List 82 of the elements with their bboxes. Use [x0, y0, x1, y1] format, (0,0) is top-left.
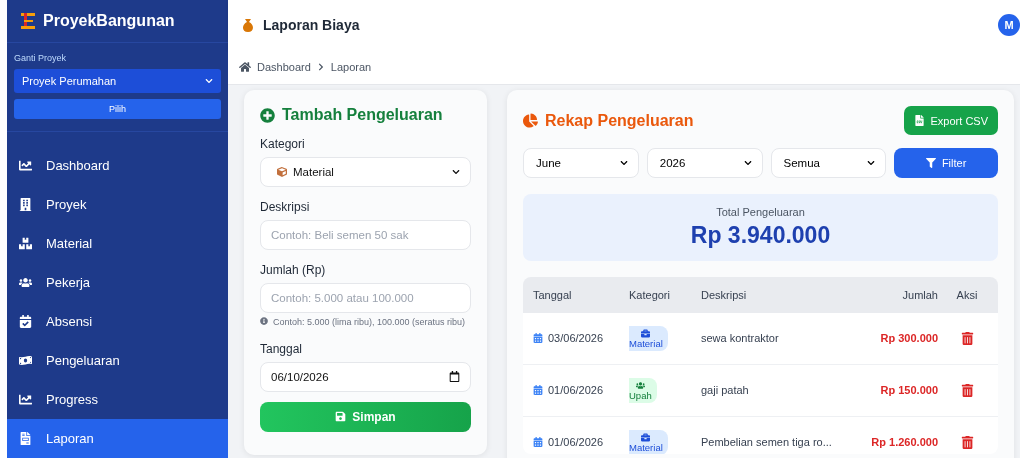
- users-icon: [19, 276, 32, 289]
- users-icon: [635, 380, 645, 390]
- save-icon: [335, 411, 347, 423]
- breadcrumb-current: Laporan: [330, 61, 372, 73]
- project-select[interactable]: Proyek Perumahan: [14, 69, 221, 93]
- nav-item[interactable]: Absensi: [7, 302, 228, 341]
- field-label: Deskripsi: [260, 200, 311, 214]
- field-label: Tanggal: [260, 341, 304, 356]
- total-label: Total Pengeluaran: [716, 205, 805, 218]
- column-header: Aksi: [955, 288, 979, 301]
- nav-item[interactable]: Laporan: [7, 419, 228, 458]
- page-title: Laporan Biaya: [263, 17, 360, 33]
- chevron-down-icon: [743, 159, 752, 167]
- column-header: Tanggal: [533, 288, 573, 301]
- nav-item[interactable]: Pengeluaran: [7, 341, 228, 380]
- date-cell: 01/06/2026: [533, 384, 629, 397]
- home-icon: [239, 61, 251, 73]
- calendar-icon: [533, 333, 543, 344]
- filter-button[interactable]: Filter: [894, 148, 998, 178]
- nav-item[interactable]: Dashboard: [7, 146, 228, 185]
- amount-cell-text: Rp 300.000: [879, 332, 939, 345]
- delete-icon[interactable]: [960, 331, 974, 345]
- file-icon: [913, 115, 925, 126]
- chart-icon: [19, 159, 32, 172]
- project-label: Ganti Proyek: [14, 53, 68, 63]
- calendar-icon: [19, 315, 32, 328]
- breadcrumb-link[interactable]: Dashboard: [257, 61, 311, 73]
- nav-item[interactable]: Pekerja: [7, 263, 228, 302]
- column-header: Kategori: [629, 288, 671, 301]
- calendar-icon: [449, 371, 460, 383]
- category-select[interactable]: Material: [260, 157, 471, 187]
- briefcase-icon: [641, 432, 651, 442]
- calendar-icon: [533, 437, 543, 448]
- chevron-down-icon: [205, 77, 213, 85]
- chart-icon: [19, 393, 32, 406]
- date-cell: 01/06/2026: [533, 436, 629, 449]
- description-cell-text: sewa kontraktor: [701, 332, 780, 345]
- description-cell-text: gaji patah: [701, 384, 750, 397]
- box-icon: [277, 167, 287, 177]
- column-header: Deskripsi: [701, 288, 748, 301]
- total-amount: Rp 3.940.000: [690, 221, 831, 249]
- summary-title: Rekap Pengeluaran: [545, 111, 694, 130]
- chevron-down-icon: [452, 168, 460, 176]
- date-field[interactable]: 06/10/2026: [260, 361, 471, 392]
- calendar-icon: [533, 385, 543, 396]
- description-cell-text: Pembelian semen tiga ro...: [701, 436, 833, 449]
- user-avatar[interactable]: M: [998, 14, 1020, 36]
- field-label: Kategori: [260, 137, 306, 151]
- filter-icon: [925, 158, 936, 168]
- chevron-down-icon: [619, 159, 628, 167]
- category-badge: Material: [629, 429, 668, 454]
- choose-button[interactable]: Pilih: [14, 99, 221, 119]
- brand-name: ProyekBangunan: [43, 12, 175, 30]
- field-hint: Contoh: 5.000 (lima ribu), 100.000 (seratus ribu): [260, 317, 471, 329]
- chevron-down-icon: [867, 159, 876, 167]
- boxes-icon: [19, 237, 32, 250]
- banknote-icon: [19, 354, 32, 367]
- delete-icon[interactable]: [960, 383, 974, 397]
- nav-item[interactable]: Progress: [7, 380, 228, 419]
- money-bag-icon: [241, 17, 255, 33]
- filter-select[interactable]: Semua: [770, 148, 887, 178]
- chevron-icon: [316, 63, 325, 71]
- document-icon: [19, 432, 32, 445]
- briefcase-icon: [641, 328, 651, 338]
- plus-icon: [260, 107, 275, 123]
- filter-select[interactable]: 2026: [646, 148, 763, 178]
- building-icon: [19, 198, 32, 211]
- amount-cell-text: Rp 1.260.000: [870, 436, 939, 449]
- category-badge: Material: [629, 325, 668, 351]
- logo-icon: [21, 13, 35, 29]
- pie-chart-icon: [523, 113, 538, 128]
- date-cell: 03/06/2026: [533, 332, 629, 345]
- column-header: Jumlah: [901, 288, 939, 301]
- form-title: Tambah Pengeluaran: [282, 106, 443, 124]
- nav-item[interactable]: Material: [7, 224, 228, 263]
- amount-cell-text: Rp 150.000: [879, 384, 939, 397]
- filter-select[interactable]: June: [523, 148, 639, 178]
- info-icon: [260, 317, 268, 325]
- nav-item[interactable]: Proyek: [7, 185, 228, 224]
- delete-icon[interactable]: [960, 435, 974, 449]
- field-label: Jumlah (Rp): [260, 263, 327, 277]
- category-badge: Upah: [629, 377, 657, 403]
